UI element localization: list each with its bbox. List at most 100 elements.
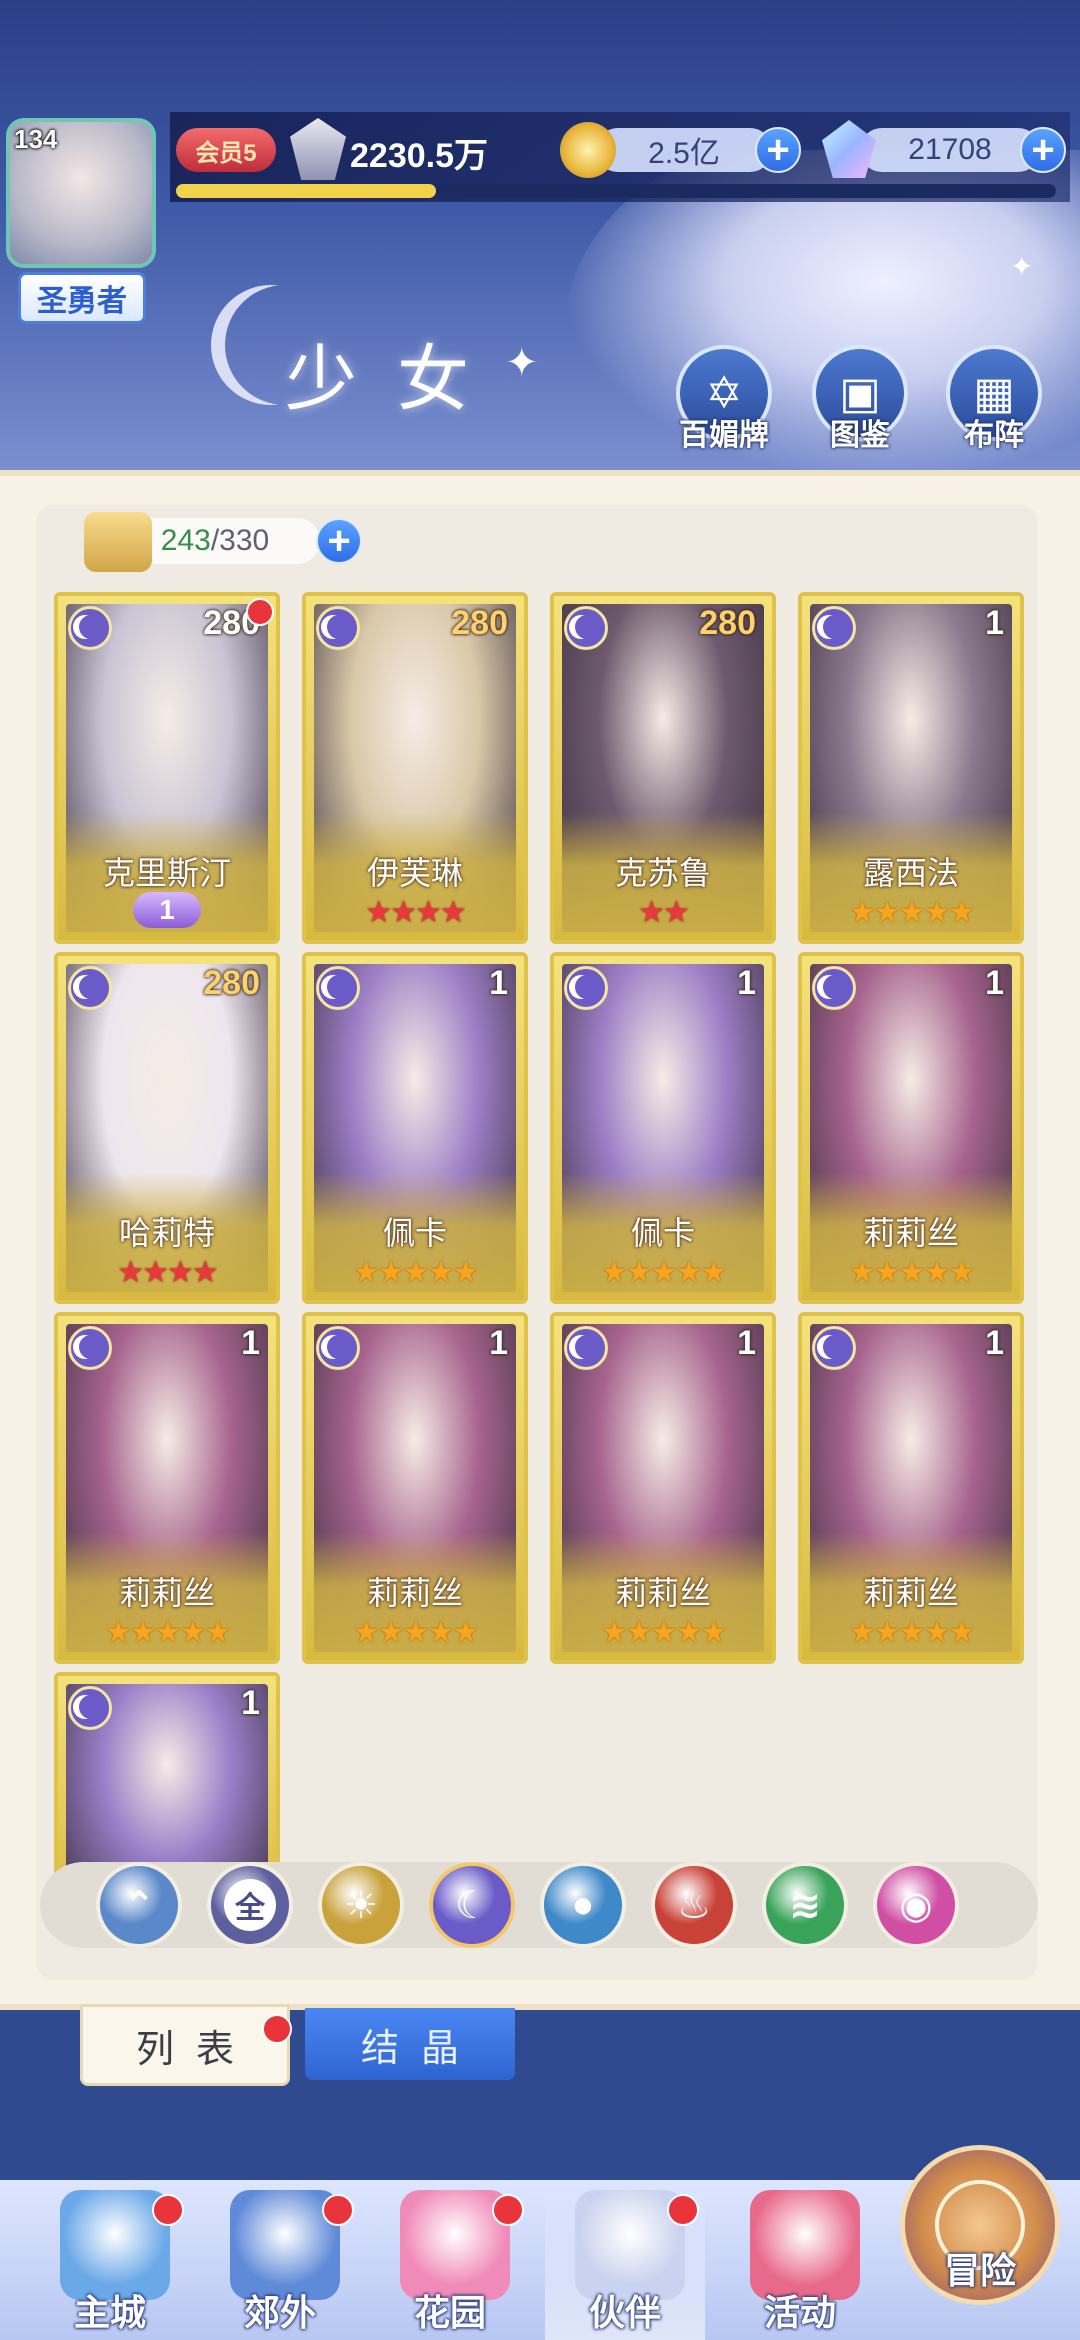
moon-element-icon — [564, 966, 608, 1010]
star-icon: ★ — [663, 896, 690, 929]
sparkle-icon: ✦ — [1010, 251, 1034, 282]
star-icon: ★ — [167, 1256, 194, 1289]
star-rating: ★★★★ — [306, 895, 524, 930]
moon-element-icon — [68, 1686, 112, 1730]
hero-card[interactable]: 1 佩卡 ★★★★★ — [302, 952, 528, 1304]
nav-item[interactable]: 主城 — [30, 2190, 190, 2340]
all-filter-button[interactable]: 全 — [207, 1862, 293, 1948]
star-rating: ★★★★★ — [802, 1255, 1020, 1290]
hero-card[interactable]: 280 克里斯汀 1 — [54, 592, 280, 944]
hero-card[interactable]: 1 莉莉丝 ★★★★★ — [798, 952, 1024, 1304]
wind-wing-filter-button[interactable]: ⌃ — [96, 1862, 182, 1948]
player-title-badge[interactable]: 圣勇者 — [18, 272, 146, 324]
star-icon: ★ — [923, 896, 950, 929]
tab-list[interactable]: 列表 — [80, 2004, 290, 2086]
notification-dot — [152, 2194, 184, 2226]
moon-element-icon — [564, 606, 608, 650]
roster-max: 330 — [219, 524, 270, 557]
roster-separator: / — [210, 524, 220, 557]
orb-filter-button[interactable]: ◉ — [873, 1862, 959, 1948]
all-icon: 全 — [224, 1879, 276, 1931]
water-filter-button[interactable]: ● — [540, 1862, 626, 1948]
sun-icon: ☀ — [343, 1884, 379, 1927]
nav-label: 活动 — [763, 2292, 836, 2333]
moon-element-icon — [316, 606, 360, 650]
bag-icon — [84, 512, 152, 572]
star-icon: ★ — [154, 1616, 182, 1649]
star-icon: ★ — [390, 896, 417, 929]
nav-label: 花园 — [413, 2292, 486, 2333]
moon-element-icon — [564, 1326, 608, 1370]
hero-card[interactable]: 1 莉莉丝 ★★★★★ — [302, 1312, 528, 1664]
star-icon: ★ — [600, 1256, 628, 1289]
add-gem-button[interactable]: + — [1020, 127, 1066, 173]
moon-element-icon — [812, 1326, 856, 1370]
star-rating: ★★★★★ — [554, 1255, 772, 1290]
fire-icon: ♨ — [676, 1884, 712, 1927]
star-icon: ★ — [191, 1256, 219, 1289]
card-deck-label: 百媚牌 — [679, 419, 769, 452]
star-icon: ★ — [625, 1256, 653, 1289]
notification-dot — [246, 598, 274, 626]
star-icon: ★ — [427, 1616, 454, 1649]
moon-filter-button[interactable]: ☾ — [429, 1862, 515, 1948]
moon-element-icon — [68, 966, 112, 1010]
hero-name: 莉莉丝 — [366, 1575, 463, 1611]
tornado-filter-button[interactable]: ≋ — [762, 1862, 848, 1948]
star-icon: ★ — [104, 1616, 132, 1649]
power-value: 2230.5万 — [350, 137, 488, 175]
player-level: 134 — [14, 124, 58, 154]
star-icon: ★ — [675, 1256, 702, 1289]
star-icon: ★ — [700, 1616, 727, 1649]
hero-card[interactable]: 1 莉莉丝 ★★★★★ — [550, 1312, 776, 1664]
star-icon: ★ — [848, 1256, 876, 1289]
tornado-icon: ≋ — [789, 1884, 821, 1927]
vip-badge[interactable]: 会员5 — [176, 128, 276, 172]
hero-level: 1 — [241, 1324, 260, 1362]
tab-crystal[interactable]: 结晶 — [305, 2008, 515, 2080]
star-icon: ★ — [402, 1616, 430, 1649]
star-rating: ★★ — [554, 895, 772, 930]
hero-card[interactable]: 1 佩卡 ★★★★★ — [550, 952, 776, 1304]
hero-card[interactable]: 280 哈莉特 ★★★★ — [54, 952, 280, 1304]
nav-adventure-button[interactable]: 冒险 — [900, 2145, 1060, 2305]
nav-item[interactable]: 郊外 — [200, 2190, 360, 2340]
hero-name: 莉莉丝 — [862, 1575, 959, 1611]
hero-level: 1 — [985, 964, 1004, 1002]
expand-roster-button[interactable]: + — [316, 518, 362, 564]
nav-item[interactable]: 活动 — [720, 2190, 880, 2340]
fire-filter-button[interactable]: ♨ — [651, 1862, 737, 1948]
hero-card[interactable]: 280 克苏鲁 ★★ — [550, 592, 776, 944]
formation-label: 布阵 — [964, 419, 1024, 452]
star-icon: ★ — [365, 896, 392, 929]
star-icon: ★ — [204, 1616, 231, 1649]
star-icon: ★ — [415, 896, 442, 929]
star-icon: ★ — [638, 896, 665, 929]
water-icon: ● — [571, 1883, 595, 1926]
star-icon: ★ — [179, 1616, 206, 1649]
gallery-label: 图鉴 — [830, 419, 890, 452]
star-rating: ★★★★★ — [554, 1615, 772, 1650]
star-icon: ★ — [377, 1256, 405, 1289]
star-icon: ★ — [402, 1256, 430, 1289]
hero-card[interactable]: 1 莉莉丝 ★★★★★ — [798, 1312, 1024, 1664]
hero-name: 露西法 — [862, 855, 959, 891]
star-rating: ★★★★★ — [306, 1255, 524, 1290]
hero-card[interactable]: 280 伊芙琳 ★★★★ — [302, 592, 528, 944]
star-icon: ★ — [948, 1616, 975, 1649]
hero-level: 1 — [241, 1684, 260, 1722]
star-icon: ★ — [898, 896, 926, 929]
star-icon: ★ — [848, 1616, 876, 1649]
hero-level: 1 — [489, 964, 508, 1002]
hero-card[interactable]: 1 露西法 ★★★★★ — [798, 592, 1024, 944]
hero-card[interactable]: 1 莉莉丝 ★★★★★ — [54, 1312, 280, 1664]
notification-dot — [322, 2194, 354, 2226]
nav-item[interactable]: 伙伴 — [545, 2190, 705, 2340]
sun-filter-button[interactable]: ☀ — [318, 1862, 404, 1948]
notification-dot — [492, 2194, 524, 2226]
star-rating: ★★★★★ — [58, 1615, 276, 1650]
add-gold-button[interactable]: + — [755, 127, 801, 173]
star-icon: ★ — [948, 896, 975, 929]
star-icon: ★ — [377, 1616, 405, 1649]
nav-item[interactable]: 花园 — [370, 2190, 530, 2340]
